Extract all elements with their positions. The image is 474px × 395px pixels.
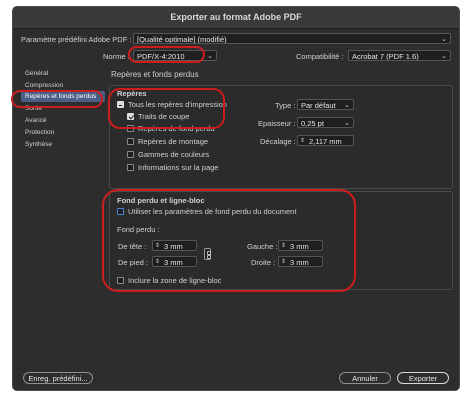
color-bars-checkbox[interactable] [127, 151, 134, 158]
page-title: Repères et fonds perdus [111, 70, 199, 79]
type-dropdown[interactable]: Par défaut ⌄ [297, 99, 354, 110]
link-chain-icon[interactable] [204, 248, 211, 260]
bleed-top-value: 3 mm [164, 242, 183, 251]
preset-value: [Qualité optimale] (modifié) [137, 35, 227, 44]
stepper-arrows-icon[interactable]: ⇕ [281, 257, 286, 268]
sidebar-item-marks-bleeds[interactable]: Repères et fonds perdus [25, 93, 96, 100]
cancel-button[interactable]: Annuler [339, 372, 391, 384]
registration-marks-label: Repères de montage [138, 137, 209, 146]
compatibility-dropdown[interactable]: Acrobat 7 (PDF 1.6) ⌄ [348, 50, 451, 61]
bleed-top-stepper[interactable]: ⇕ 3 mm [152, 240, 197, 251]
compatibility-label: Compatibilité : [296, 52, 344, 61]
bleed-bottom-value: 3 mm [164, 258, 183, 267]
bleed-left-value: 3 mm [290, 242, 309, 251]
sidebar-item-general[interactable]: Général [25, 70, 48, 77]
registration-marks-checkbox[interactable] [127, 138, 134, 145]
type-label: Type : [275, 101, 296, 110]
bleed-left-stepper[interactable]: ⇕ 3 mm [278, 240, 323, 251]
page-info-label: Informations sur la page [138, 163, 219, 172]
bleed-right-stepper[interactable]: ⇕ 3 mm [278, 256, 323, 267]
bleed-heading: Fond perdu et ligne-bloc [117, 196, 205, 205]
bleed-right-label: Droite : [251, 258, 276, 267]
crop-marks-label: Traits de coupe [138, 112, 190, 121]
chevron-down-icon: ⌄ [441, 36, 447, 43]
use-document-bleed-checkbox[interactable] [117, 208, 124, 215]
bleed-bottom-stepper[interactable]: ⇕ 3 mm [152, 256, 197, 267]
offset-value: 2,117 mm [309, 137, 342, 146]
stepper-arrows-icon[interactable]: ⇕ [155, 241, 160, 252]
sidebar-item-security[interactable]: Protection [25, 129, 54, 136]
sidebar-item-advanced[interactable]: Avancé [25, 117, 47, 124]
color-bars-label: Gammes de couleurs [138, 150, 210, 159]
chevron-down-icon: ⌄ [344, 102, 350, 109]
include-slug-label: Inclure la zone de ligne-bloc [128, 276, 222, 285]
standard-value: PDF/X-4:2010 [137, 52, 185, 61]
bleed-marks-checkbox[interactable] [127, 125, 134, 132]
bleed-section: Fond perdu et ligne-bloc Utiliser les pa… [109, 191, 453, 290]
weight-value: 0,25 pt [301, 119, 324, 128]
sidebar-item-summary[interactable]: Synthèse [25, 141, 52, 148]
export-button[interactable]: Exporter [397, 372, 449, 384]
page-info-checkbox[interactable] [127, 164, 134, 171]
preset-dropdown[interactable]: [Qualité optimale] (modifié) ⌄ [133, 33, 451, 44]
compatibility-value: Acrobat 7 (PDF 1.6) [352, 52, 419, 61]
weight-label: Epaisseur : [258, 119, 296, 128]
use-document-bleed-label: Utiliser les paramètres de fond perdu du… [128, 207, 297, 216]
marks-heading: Repères [117, 89, 147, 98]
standard-dropdown[interactable]: PDF/X-4:2010 ⌄ [133, 50, 217, 61]
bleed-left-label: Gauche : [247, 242, 278, 251]
bleed-subheading: Fond perdu : [117, 225, 160, 234]
all-marks-checkbox[interactable] [117, 101, 124, 108]
preset-label: Paramètre prédéfini Adobe PDF : [21, 35, 132, 44]
offset-stepper[interactable]: ⇕ 2,117 mm [297, 135, 354, 146]
export-pdf-dialog: Exporter au format Adobe PDF Paramètre p… [12, 6, 460, 391]
weight-dropdown[interactable]: 0,25 pt ⌄ [297, 117, 354, 128]
crop-marks-checkbox[interactable] [127, 113, 134, 120]
sidebar-item-compression[interactable]: Compression [25, 82, 63, 89]
stepper-arrows-icon[interactable]: ⇕ [155, 257, 160, 268]
bleed-bottom-label: De pied : [118, 258, 149, 267]
standard-label: Norme : [103, 52, 130, 61]
type-value: Par défaut [301, 101, 336, 110]
stepper-arrows-icon[interactable]: ⇕ [300, 136, 305, 147]
chevron-down-icon: ⌄ [441, 53, 447, 60]
sidebar-item-output[interactable]: Sortie [25, 105, 42, 112]
chevron-down-icon: ⌄ [344, 120, 350, 127]
bleed-marks-label: Repères de fond perdu [138, 124, 215, 133]
chevron-down-icon: ⌄ [207, 53, 213, 60]
bleed-right-value: 3 mm [290, 258, 309, 267]
save-preset-button[interactable]: Enreg. prédéfini... [23, 372, 93, 384]
offset-label: Décalage : [260, 137, 296, 146]
bleed-top-label: De tête : [118, 242, 147, 251]
marks-section: Repères Tous les repères d'impression Tr… [109, 85, 453, 189]
stepper-arrows-icon[interactable]: ⇕ [281, 241, 286, 252]
all-marks-label: Tous les repères d'impression [128, 100, 227, 109]
window-title: Exporter au format Adobe PDF [13, 7, 459, 29]
include-slug-checkbox[interactable] [117, 277, 124, 284]
